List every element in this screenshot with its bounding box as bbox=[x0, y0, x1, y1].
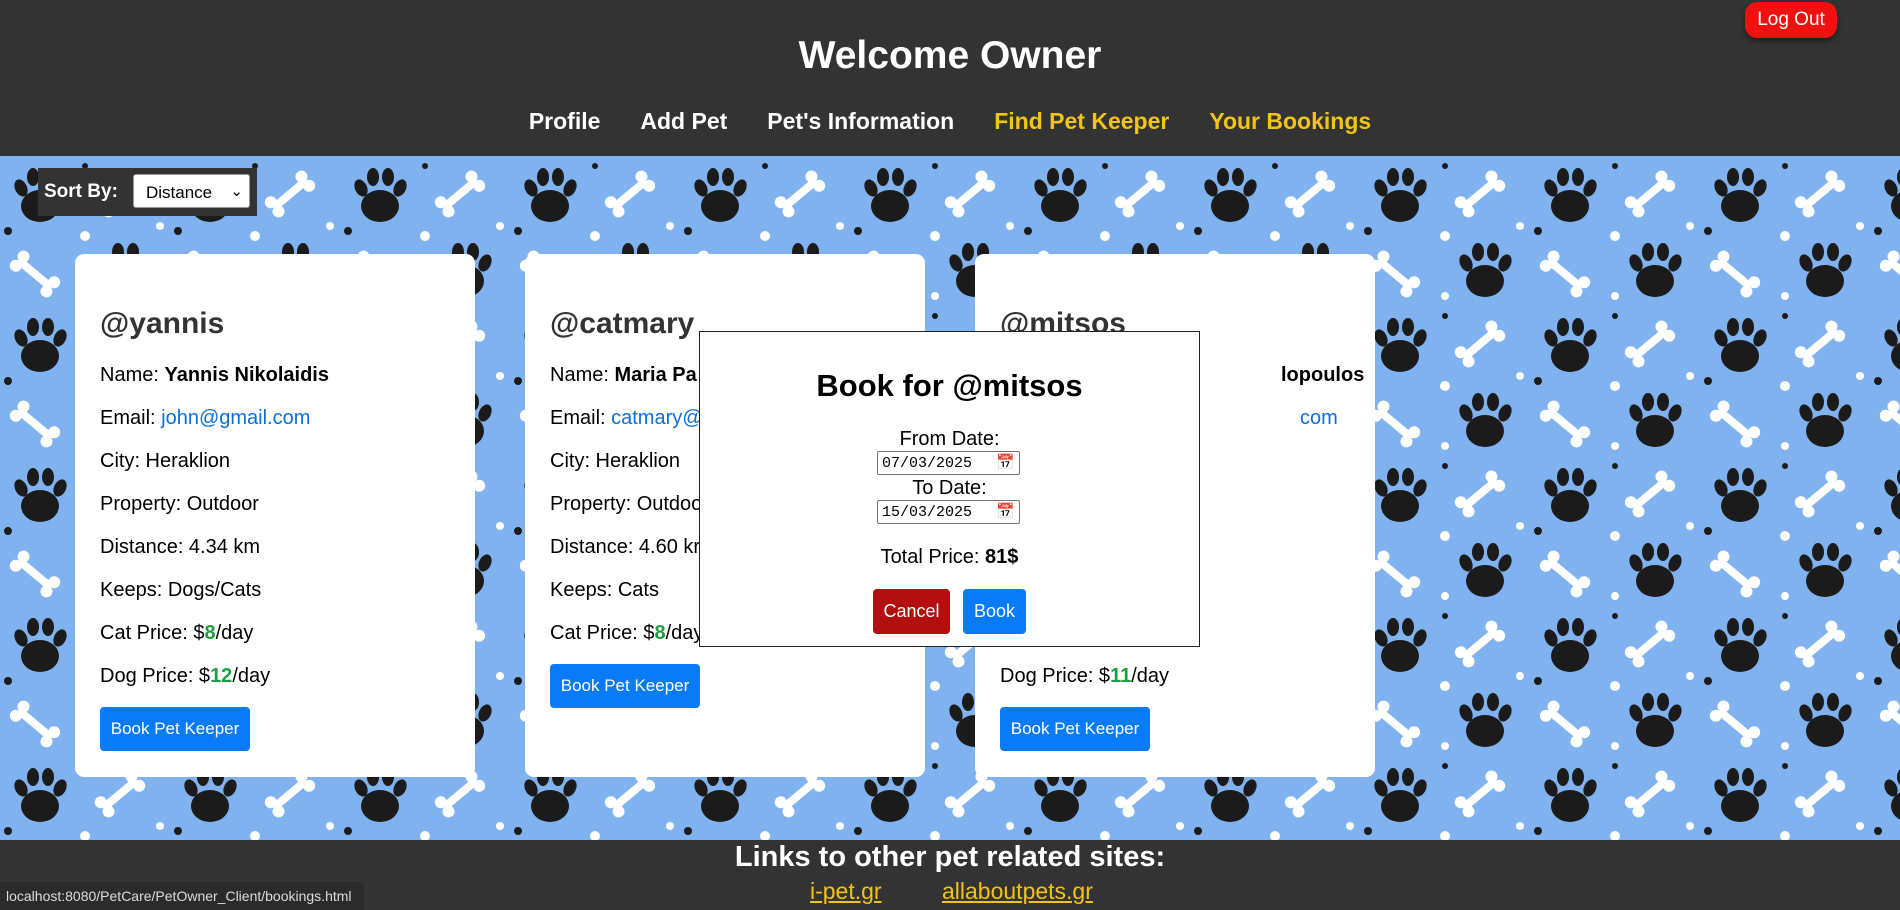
keeper-handle: @yannis bbox=[100, 307, 225, 340]
sort-bar: Sort By: Distance ⌄ bbox=[38, 168, 257, 216]
keeper-email: Email: catmary@ bbox=[550, 407, 703, 429]
booking-modal: Book for @mitsos From Date: 07/03/2025 📅… bbox=[699, 331, 1200, 647]
email-link[interactable]: john@gmail.com bbox=[161, 407, 310, 429]
logout-button[interactable]: Log Out bbox=[1745, 2, 1837, 38]
keeper-distance: Distance: 4.60 kr bbox=[550, 536, 701, 558]
total-price: Total Price: 81$ bbox=[880, 546, 1019, 568]
keeper-name: Name: Maria Pa bbox=[550, 364, 697, 386]
book-button[interactable]: Book bbox=[963, 589, 1026, 634]
keeper-cat-price: Cat Price: $8/day bbox=[550, 622, 704, 644]
sort-selected-value: Distance bbox=[146, 183, 213, 202]
nav-profile[interactable]: Profile bbox=[529, 108, 601, 135]
status-bar-url: localhost:8080/PetCare/PetOwner_Client/b… bbox=[0, 882, 364, 910]
calendar-icon[interactable]: 📅 bbox=[996, 453, 1015, 472]
link-i-pet[interactable]: i-pet.gr bbox=[810, 878, 882, 905]
chevron-down-icon: ⌄ bbox=[230, 183, 243, 200]
to-date-label: To Date: bbox=[912, 477, 987, 499]
keeper-name: Name: Yannis Nikolaidis bbox=[100, 364, 329, 386]
book-pet-keeper-button[interactable]: Book Pet Keeper bbox=[1000, 707, 1150, 751]
email-link[interactable]: catmary@ bbox=[611, 407, 702, 429]
calendar-icon[interactable]: 📅 bbox=[996, 502, 1015, 521]
keeper-email: Email: john@gmail.com bbox=[100, 407, 311, 429]
keeper-city: City: Heraklion bbox=[100, 450, 231, 472]
keeper-keeps: Keeps: Cats bbox=[550, 579, 659, 601]
main-nav: Profile Add Pet Pet's Information Find P… bbox=[0, 108, 1900, 135]
keeper-property: Property: Outdoo bbox=[550, 493, 703, 515]
keeper-handle: @catmary bbox=[550, 307, 695, 340]
modal-title: Book for @mitsos bbox=[816, 368, 1083, 403]
keeper-dog-price: Dog Price: $12/day bbox=[100, 665, 271, 687]
keeper-city: City: Heraklion bbox=[550, 450, 681, 472]
keeper-dog-price: Dog Price: $11/day bbox=[1000, 665, 1170, 687]
top-header: Welcome Owner Log Out Profile Add Pet Pe… bbox=[0, 0, 1900, 156]
footer-title: Links to other pet related sites: bbox=[734, 841, 1166, 873]
nav-your-bookings[interactable]: Your Bookings bbox=[1209, 108, 1371, 135]
total-price-value: 81$ bbox=[985, 546, 1019, 568]
nav-add-pet[interactable]: Add Pet bbox=[640, 108, 727, 135]
keeper-card-yannis: @yannis Name: Yannis Nikolaidis Email: j… bbox=[75, 254, 475, 777]
keeper-distance: Distance: 4.34 km bbox=[100, 536, 261, 558]
page-title: Welcome Owner bbox=[798, 34, 1102, 77]
link-allaboutpets[interactable]: allaboutpets.gr bbox=[942, 878, 1093, 905]
keeper-email-partial: com bbox=[1300, 407, 1338, 429]
nav-find-pet-keeper[interactable]: Find Pet Keeper bbox=[994, 108, 1169, 135]
book-pet-keeper-button[interactable]: Book Pet Keeper bbox=[550, 664, 700, 708]
nav-pets-information[interactable]: Pet's Information bbox=[767, 108, 954, 135]
keeper-keeps: Keeps: Dogs/Cats bbox=[100, 579, 262, 601]
from-date-label: From Date: bbox=[899, 428, 1000, 450]
keeper-property: Property: Outdoor bbox=[100, 493, 259, 515]
sort-label: Sort By: bbox=[44, 181, 118, 202]
to-date-input[interactable]: 15/03/2025 📅 bbox=[877, 500, 1020, 524]
cancel-button[interactable]: Cancel bbox=[873, 589, 950, 634]
book-pet-keeper-button[interactable]: Book Pet Keeper bbox=[100, 707, 250, 751]
sort-select[interactable]: Distance ⌄ bbox=[133, 174, 250, 208]
keeper-name-partial: lopoulos bbox=[1281, 364, 1365, 386]
from-date-input[interactable]: 07/03/2025 📅 bbox=[877, 451, 1020, 475]
keeper-cat-price: Cat Price: $8/day bbox=[100, 622, 254, 644]
